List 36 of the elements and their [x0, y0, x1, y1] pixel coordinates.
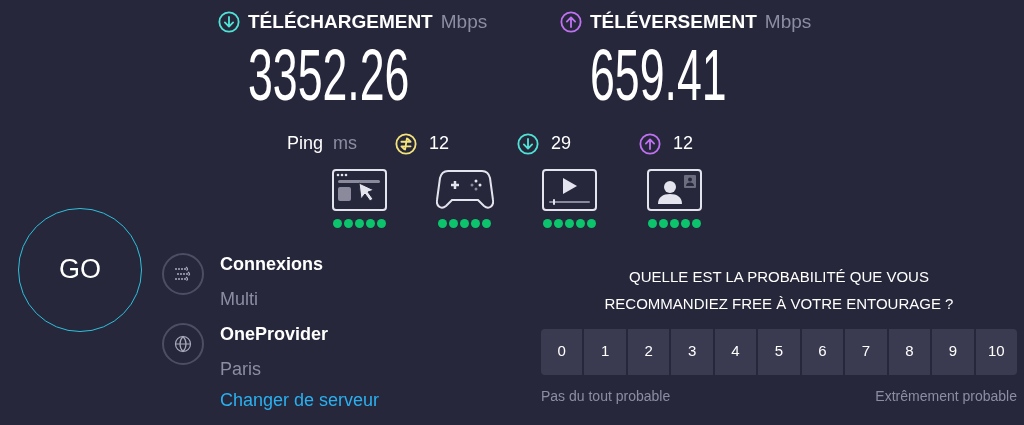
rating-option[interactable]: 0 — [541, 328, 583, 375]
rating-option[interactable]: 5 — [758, 328, 800, 375]
server-location: Paris — [220, 357, 262, 381]
rating-option[interactable]: 6 — [801, 328, 844, 375]
speed-label: TÉLÉCHARGEMENT — [248, 10, 433, 34]
video-player-icon — [542, 168, 597, 211]
change-server-link[interactable]: Changer de serveur — [220, 386, 380, 414]
speed-label: TÉLÉVERSEMENT — [590, 10, 757, 34]
connections-icon — [162, 252, 204, 295]
video-call-icon — [647, 168, 702, 211]
rating-option[interactable]: 1 — [584, 328, 626, 375]
rating-option[interactable]: 3 — [671, 328, 713, 375]
connections-label: Connexions — [220, 252, 323, 276]
ping-unit: ms — [333, 132, 358, 155]
rating-option[interactable]: 2 — [627, 328, 670, 375]
survey-question: QUELLE EST LA PROBABILITÉ QUE VOUS RECOMMANDIEZ FREE À VOTRE ENTOURAGE ? — [603, 266, 955, 314]
connections-value: Multi — [220, 287, 259, 311]
speed-unit: Mbps — [440, 10, 488, 34]
rating-option[interactable]: 9 — [932, 328, 974, 375]
gamepad-icon — [435, 168, 494, 211]
rating-option[interactable]: 10 — [975, 328, 1017, 375]
speed-unit: Mbps — [764, 10, 812, 34]
browser-cursor-icon — [332, 168, 387, 211]
high-label: Extrêmement probable — [875, 386, 1017, 406]
globe-icon — [162, 322, 204, 365]
rating-option[interactable]: 7 — [845, 328, 887, 375]
ping-arrows-icon — [395, 132, 418, 155]
ping-value: 12 — [673, 132, 694, 155]
speed-value: 659.41 — [590, 38, 728, 111]
ping-label: Ping — [287, 132, 324, 155]
rating-option[interactable]: 4 — [714, 328, 757, 375]
low-label: Pas du tout probable — [541, 386, 671, 406]
ping-value: 29 — [551, 132, 572, 155]
server-name: OneProvider — [220, 322, 329, 346]
ping-value: 12 — [429, 132, 450, 155]
rating-option[interactable]: 8 — [888, 328, 931, 375]
